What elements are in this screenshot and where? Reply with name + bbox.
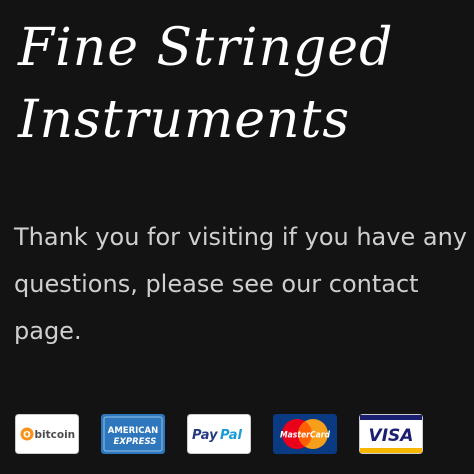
paypal-label-pay: Pay bbox=[192, 428, 218, 443]
mastercard-label: MasterCard bbox=[280, 431, 331, 441]
visa-label: VISA bbox=[369, 426, 414, 446]
amex-label-bottom: EXPRESS bbox=[114, 437, 157, 447]
bitcoin-label: bitcoin bbox=[35, 429, 76, 441]
paypal-label-pal: Pal bbox=[220, 428, 242, 443]
amex-label-top: AMERICAN bbox=[108, 426, 158, 436]
welcome-message: Thank you for visiting if you have any q… bbox=[14, 214, 474, 355]
page: Fine Stringed Instruments Thank you for … bbox=[0, 0, 474, 474]
visa-icon: VISA bbox=[359, 414, 423, 454]
welcome-message-line-1: Thank you for visiting if you have any bbox=[14, 223, 467, 251]
mastercard-icon: MasterCard bbox=[273, 414, 337, 454]
bitcoin-icon: O bitcoin bbox=[15, 414, 79, 454]
site-title-line-2: Instruments bbox=[18, 90, 351, 150]
bitcoin-symbol: O bbox=[23, 431, 31, 441]
site-title: Fine Stringed Instruments bbox=[18, 12, 393, 156]
paypal-icon: Pay Pal bbox=[187, 414, 251, 454]
welcome-message-line-3: page. bbox=[14, 317, 82, 345]
site-title-line-1: Fine Stringed bbox=[18, 18, 394, 78]
welcome-message-line-2: questions, please see our contact bbox=[14, 270, 419, 298]
american-express-icon: AMERICAN EXPRESS bbox=[101, 414, 165, 454]
